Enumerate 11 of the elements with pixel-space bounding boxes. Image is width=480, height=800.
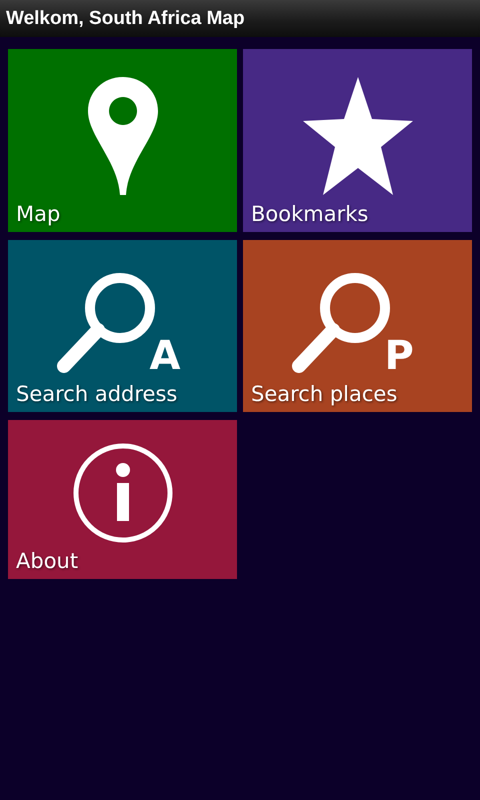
window-title: Welkom, South Africa Map — [6, 8, 245, 30]
map-pin-icon — [88, 76, 158, 194]
menu-tile[interactable]: About — [8, 420, 237, 579]
info-icon — [72, 442, 172, 542]
star-icon — [302, 76, 412, 194]
menu-tile[interactable]: Bookmarks — [243, 49, 472, 232]
menu-tile[interactable]: A Search address — [8, 240, 237, 412]
icon-letter: A — [150, 336, 180, 376]
icon-letter: P — [384, 336, 414, 376]
menu-tile[interactable]: P Search places — [243, 240, 472, 412]
menu-tile[interactable]: Map — [8, 49, 237, 232]
